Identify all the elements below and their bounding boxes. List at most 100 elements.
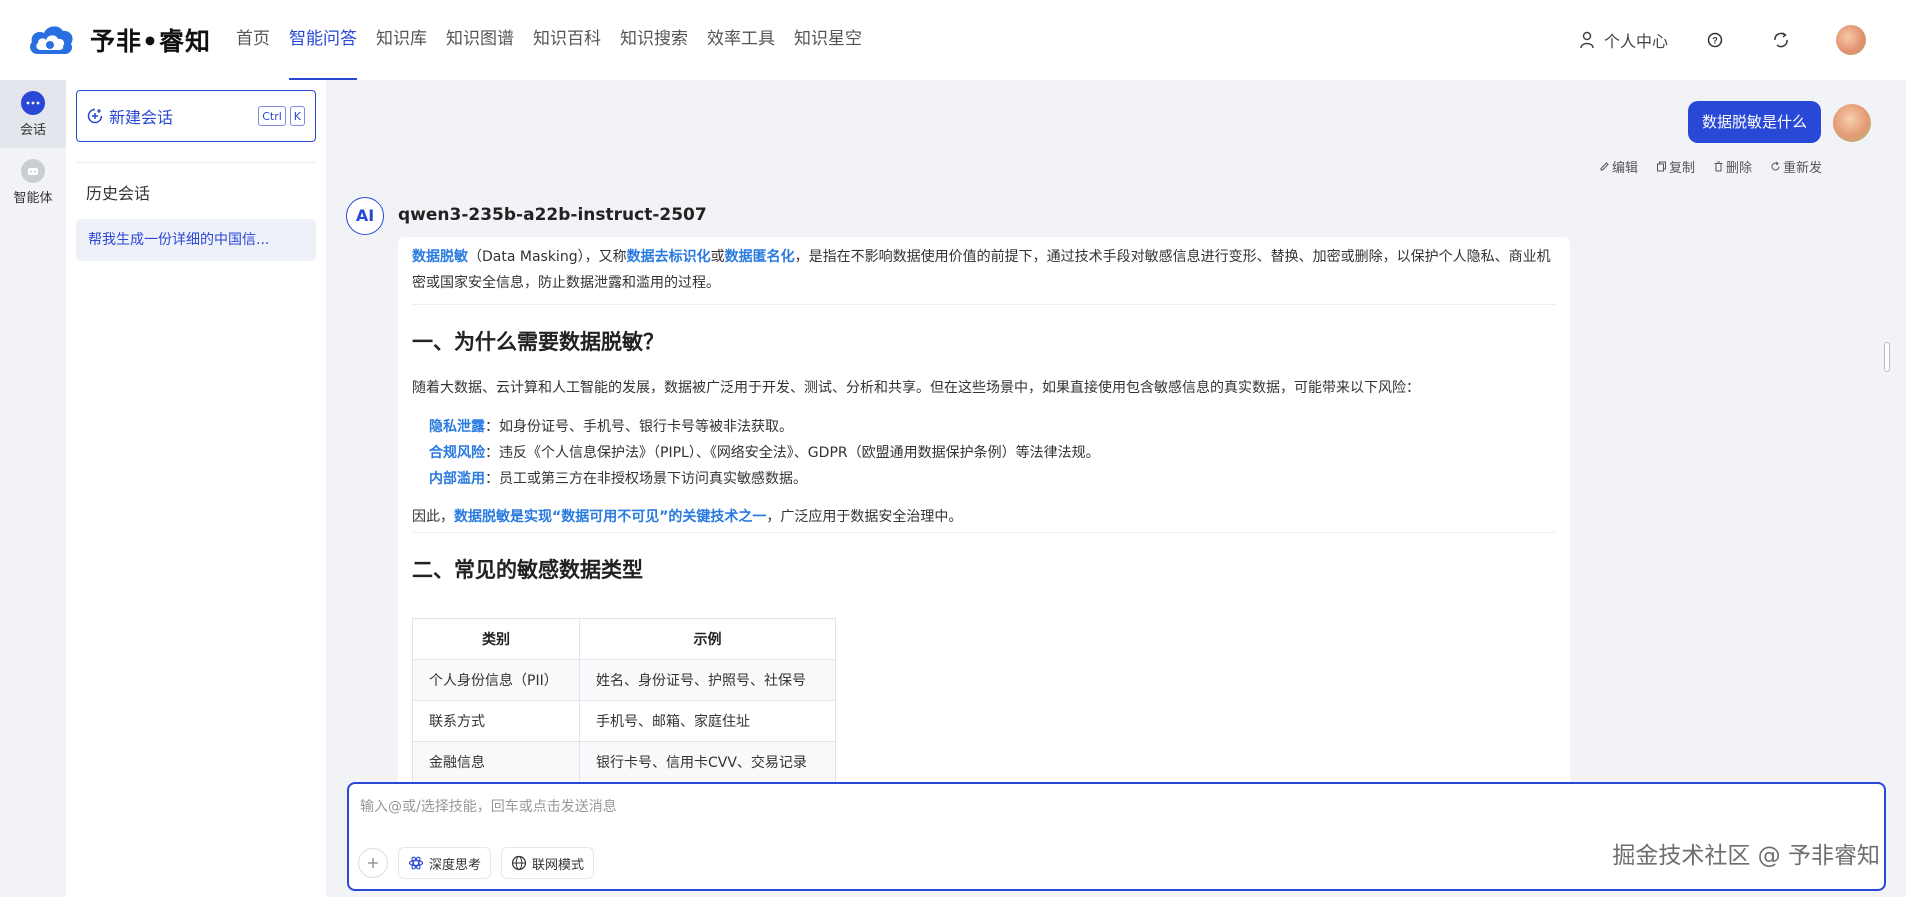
table-cell: 银行卡号、信用卡CVV、交易记录 <box>579 741 836 783</box>
conclusion-paragraph: 因此，数据脱敏是实现“数据可用不可见”的关键技术之一，广泛应用于数据安全治理中。 <box>412 504 1556 530</box>
ai-avatar-badge: AI <box>346 197 384 235</box>
risk-term: 合规风险 <box>429 445 485 461</box>
message-input-placeholder[interactable]: 输入@或/选择技能，回车或点击发送消息 <box>360 796 617 816</box>
list-item: 内部滥用：员工或第三方在非授权场景下访问真实敏感数据。 <box>412 466 1556 492</box>
top-header: 予非•睿知 首页 智能问答 知识库 知识图谱 知识百科 知识搜索 效率工具 知识… <box>0 0 1906 80</box>
model-name: qwen3-235b-a22b-instruct-2507 <box>398 205 707 225</box>
agent-robot-icon <box>21 158 45 183</box>
copy-label: 复制 <box>1668 161 1695 176</box>
delete-label: 删除 <box>1725 161 1752 176</box>
intro-term-masking: 数据脱敏 <box>412 249 468 265</box>
new-chat-label: 新建会话 <box>109 108 174 127</box>
list-item: 隐私泄露：如身份证号、手机号、银行卡号等被非法获取。 <box>412 414 1556 440</box>
table-row: 个人身份信息（PII） 姓名、身份证号、护照号、社保号 <box>412 659 836 701</box>
nav-home[interactable]: 首页 <box>236 0 270 80</box>
rail-agent[interactable]: 智能体 <box>0 148 66 216</box>
atom-icon <box>408 856 424 870</box>
edit-button[interactable]: 编辑 <box>1599 157 1638 176</box>
risk-desc: ：如身份证号、手机号、银行卡号等被非法获取。 <box>485 419 793 435</box>
rail-chat-label: 会话 <box>19 122 46 138</box>
globe-icon <box>511 855 527 871</box>
kbd-ctrl: Ctrl <box>258 106 286 126</box>
nav-smart-qa[interactable]: 智能问答 <box>289 0 357 80</box>
nav-knowledge-wiki[interactable]: 知识百科 <box>533 0 601 80</box>
copy-icon <box>1656 161 1666 172</box>
copy-button[interactable]: 复制 <box>1656 157 1695 176</box>
left-rail: 会话 智能体 <box>0 80 66 897</box>
intro-term-deidentify: 数据去标识化 <box>626 249 711 265</box>
table-cell: 手机号、邮箱、家庭住址 <box>579 700 836 742</box>
table-row: 联系方式 手机号、邮箱、家庭住址 <box>412 700 836 742</box>
nav-knowledge-base[interactable]: 知识库 <box>376 0 427 80</box>
user-icon <box>1580 31 1594 49</box>
help-icon[interactable]: ? <box>1704 29 1726 51</box>
nav-efficiency-tools[interactable]: 效率工具 <box>707 0 775 80</box>
new-chat-button[interactable]: 新建会话 Ctrl K <box>76 90 316 142</box>
watermark-text: 掘金技术社区 @ 予非睿知 <box>1612 843 1880 869</box>
divider <box>412 532 1556 533</box>
risk-list: 隐私泄露：如身份证号、手机号、银行卡号等被非法获取。 合规风险：违反《个人信息保… <box>412 414 1556 492</box>
conversation-sidebar: 新建会话 Ctrl K 历史会话 帮我生成一份详细的中国信... <box>66 80 326 897</box>
brand-logo[interactable]: 予非•睿知 <box>26 20 236 60</box>
brand-name: 予非•睿知 <box>90 27 211 56</box>
table-cell: 姓名、身份证号、护照号、社保号 <box>579 659 836 701</box>
resend-label: 重新发 <box>1782 161 1822 176</box>
message-actions: 编辑 复制 删除 重新发 <box>1599 157 1822 176</box>
table-header: 示例 <box>579 618 836 660</box>
add-attachment-button[interactable] <box>358 848 388 878</box>
conclusion-post: ，广泛应用于数据安全治理中。 <box>766 509 963 525</box>
risk-term: 内部滥用 <box>429 471 485 487</box>
history-item[interactable]: 帮我生成一份详细的中国信... <box>76 219 316 261</box>
rail-agent-label: 智能体 <box>13 190 53 206</box>
deep-think-label: 深度思考 <box>429 857 482 873</box>
cloud-logo-icon <box>30 26 73 54</box>
nav-knowledge-graph[interactable]: 知识图谱 <box>446 0 514 80</box>
table-header-row: 类别 示例 <box>412 618 836 660</box>
table-cell: 金融信息 <box>412 741 580 783</box>
user-avatar <box>1833 104 1871 142</box>
sidebar-divider <box>76 162 316 163</box>
rail-chat[interactable]: 会话 <box>0 80 66 148</box>
user-message-bubble: 数据脱敏是什么 <box>1687 101 1821 143</box>
section1-heading: 一、为什么需要数据脱敏？ <box>412 330 664 354</box>
header-avatar[interactable] <box>1836 25 1866 55</box>
intro-text-or: 或 <box>710 249 725 265</box>
risk-desc: ：员工或第三方在非授权场景下访问真实敏感数据。 <box>485 471 807 487</box>
table-cell: 个人身份信息（PII） <box>412 659 580 701</box>
ai-answer-card: 数据脱敏（Data Masking），又称数据去标识化或数据匿名化，是指在不影响… <box>398 237 1570 852</box>
nav-knowledge-starry[interactable]: 知识星空 <box>794 0 862 80</box>
chat-bubble-icon <box>21 90 45 115</box>
message-input-box[interactable]: 输入@或/选择技能，回车或点击发送消息 深度思考 联网模式 掘金技术社区 @ 予… <box>347 782 1886 891</box>
history-title: 历史会话 <box>86 184 151 203</box>
conclusion-pre: 因此， <box>412 509 454 525</box>
theme-switch-icon[interactable] <box>1770 29 1792 51</box>
section1-paragraph: 随着大数据、云计算和人工智能的发展，数据被广泛用于开发、测试、分析和共享。但在这… <box>412 380 1420 396</box>
table-header: 类别 <box>412 618 580 660</box>
svg-text:?: ? <box>1712 36 1718 46</box>
scrollbar-thumb[interactable] <box>1884 342 1890 372</box>
web-mode-label: 联网模式 <box>532 857 585 873</box>
plus-icon <box>368 858 378 868</box>
chat-main: 数据脱敏是什么 编辑 复制 删除 重新发 AI qwen3-235b-a22b-… <box>326 80 1906 897</box>
shortcut-hint: Ctrl K <box>258 106 305 126</box>
user-center-link[interactable]: 个人中心 <box>1580 28 1668 52</box>
web-mode-toggle[interactable]: 联网模式 <box>501 847 595 879</box>
header-right: 个人中心 ? <box>1580 0 1866 80</box>
kbd-k: K <box>289 106 305 126</box>
trash-icon <box>1714 161 1723 172</box>
conclusion-highlight: 数据脱敏是实现“数据可用不可见”的关键技术之一 <box>454 509 767 525</box>
deep-think-toggle[interactable]: 深度思考 <box>398 847 492 879</box>
section2-heading: 二、常见的敏感数据类型 <box>412 558 643 582</box>
new-chat-icon <box>87 108 103 124</box>
edit-icon <box>1600 162 1609 171</box>
list-item: 合规风险：违反《个人信息保护法》（PIPL）、《网络安全法》、GDPR（欧盟通用… <box>412 440 1556 466</box>
table-cell: 联系方式 <box>412 700 580 742</box>
table-row: 金融信息 银行卡号、信用卡CVV、交易记录 <box>412 741 836 783</box>
delete-button[interactable]: 删除 <box>1713 157 1752 176</box>
risk-term: 隐私泄露 <box>429 419 485 435</box>
resend-button[interactable]: 重新发 <box>1770 157 1822 176</box>
user-center-label: 个人中心 <box>1603 32 1668 51</box>
intro-term-anonymize: 数据匿名化 <box>724 249 795 265</box>
nav-knowledge-search[interactable]: 知识搜索 <box>620 0 688 80</box>
intro-text-1: （Data Masking），又称 <box>468 249 627 265</box>
